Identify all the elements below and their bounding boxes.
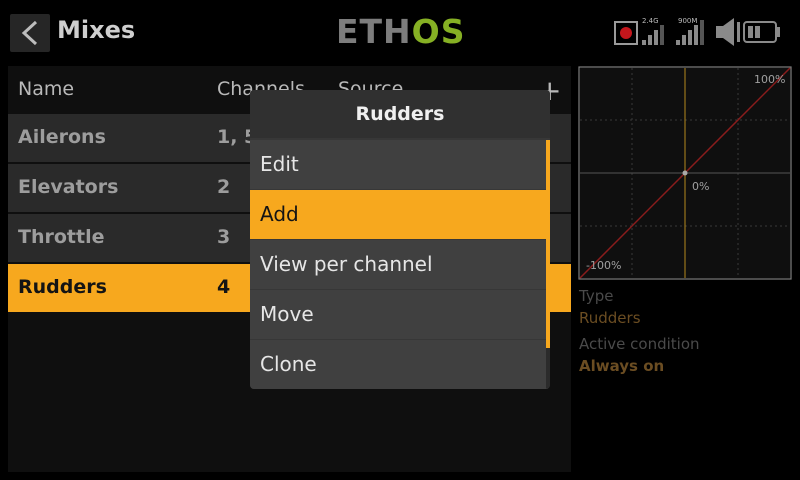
menu-item-view-per-channel[interactable]: View per channel bbox=[250, 240, 546, 289]
menu-item-label: Move bbox=[260, 302, 314, 326]
context-menu: Rudders Edit Add View per channel Move C… bbox=[250, 90, 550, 389]
page-title: Mixes bbox=[57, 16, 136, 44]
chevron-left-icon bbox=[21, 20, 38, 46]
signal-900m-icon: 900M bbox=[676, 17, 704, 45]
menu-item-label: Clone bbox=[260, 352, 317, 376]
mix-name: Elevators bbox=[18, 176, 119, 198]
mix-channels: 4 bbox=[217, 276, 231, 298]
mix-channels: 2 bbox=[217, 176, 231, 198]
logo-prefix: ETH bbox=[336, 12, 412, 51]
mix-name: Ailerons bbox=[18, 126, 106, 148]
signal-900m-label: 900M bbox=[678, 17, 697, 25]
curve-center-point bbox=[682, 170, 688, 176]
menu-item-move[interactable]: Move bbox=[250, 290, 546, 339]
column-header-name: Name bbox=[18, 78, 75, 100]
menu-title: Rudders bbox=[250, 90, 550, 138]
curve-label-max: 100% bbox=[754, 73, 786, 86]
logo-suffix: OS bbox=[411, 12, 466, 51]
curve-label-mid: 0% bbox=[692, 180, 710, 193]
type-label: Type bbox=[579, 287, 614, 305]
condition-label: Active condition bbox=[579, 335, 700, 353]
ethos-logo: ETHOS bbox=[336, 12, 466, 51]
mix-name: Rudders bbox=[18, 276, 107, 298]
condition-value: Always on bbox=[579, 357, 665, 375]
curve-preview: 100% 0% -100% bbox=[578, 66, 792, 280]
back-button[interactable] bbox=[10, 14, 50, 52]
battery-icon bbox=[743, 21, 780, 43]
mix-name: Throttle bbox=[18, 226, 105, 248]
menu-item-add[interactable]: Add bbox=[250, 190, 546, 239]
signal-2g4-label: 2.4G bbox=[642, 17, 659, 25]
menu-scrollbar[interactable] bbox=[546, 140, 550, 388]
menu-item-label: Edit bbox=[260, 152, 299, 176]
top-bar: Mixes ETHOS 2.4G 900M bbox=[0, 0, 800, 62]
menu-item-label: View per channel bbox=[260, 252, 433, 276]
scrollbar-thumb[interactable] bbox=[546, 140, 550, 348]
menu-item-label: Add bbox=[260, 202, 299, 226]
menu-item-clone[interactable]: Clone bbox=[250, 340, 546, 389]
curve-graph bbox=[578, 66, 792, 280]
record-icon bbox=[614, 21, 638, 45]
menu-item-edit[interactable]: Edit bbox=[250, 140, 546, 189]
mix-channels: 3 bbox=[217, 226, 231, 248]
type-value: Rudders bbox=[579, 309, 641, 327]
speaker-icon bbox=[716, 18, 740, 46]
curve-label-min: -100% bbox=[586, 259, 622, 272]
status-icons: 2.4G 900M bbox=[614, 17, 780, 46]
signal-2g4-icon: 2.4G bbox=[642, 17, 664, 45]
